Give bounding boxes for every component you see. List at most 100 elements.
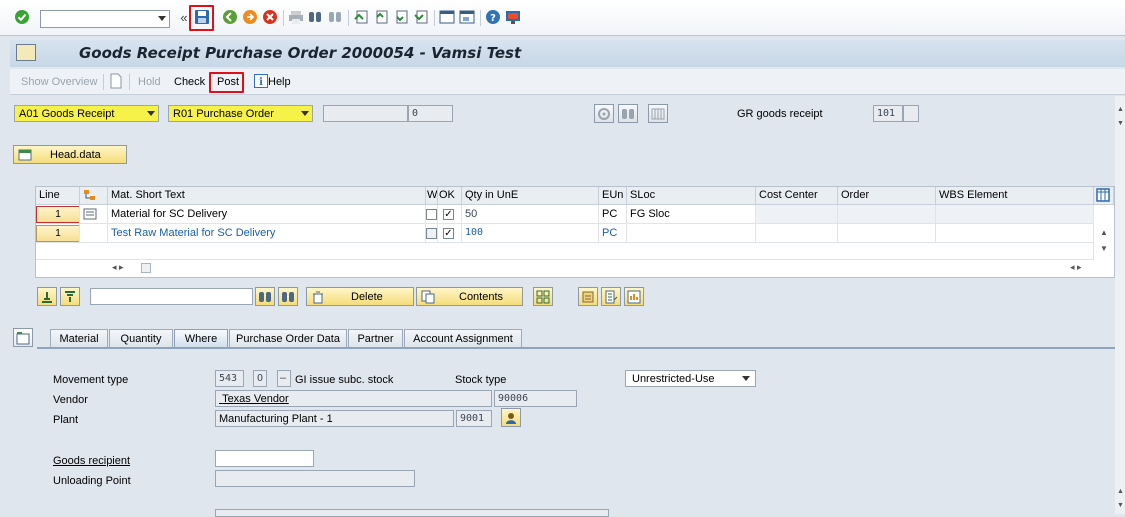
- detail-icon[interactable]: [83, 208, 97, 223]
- last-page-icon[interactable]: [413, 9, 429, 25]
- qty-cell[interactable]: 100: [462, 224, 599, 243]
- table-settings-icon[interactable]: [648, 104, 668, 123]
- vertical-scrollbar[interactable]: ▲ ▼ ▲ ▼: [1115, 96, 1125, 514]
- delete-button[interactable]: Delete: [306, 287, 414, 306]
- column-header-sloc[interactable]: SLoc: [627, 187, 756, 205]
- find-icon[interactable]: [307, 9, 323, 25]
- contents-button[interactable]: Contents: [416, 287, 523, 306]
- head-data-button[interactable]: Head.data: [13, 145, 127, 164]
- tab-partner[interactable]: Partner: [348, 329, 403, 348]
- expand-icon[interactable]: [533, 287, 553, 306]
- column-header-order[interactable]: Order: [838, 187, 936, 205]
- help-icon[interactable]: ?: [485, 9, 501, 25]
- action-select[interactable]: A01 Goods Receipt: [14, 105, 159, 122]
- column-header-line[interactable]: Line: [36, 187, 80, 205]
- chevron-down-icon[interactable]: [742, 376, 750, 381]
- show-overview-button[interactable]: Show Overview: [21, 76, 97, 88]
- ok-cell: ✓: [438, 205, 462, 224]
- w-checkbox[interactable]: [426, 228, 437, 239]
- scroll-up-icon[interactable]: ▲: [1100, 228, 1108, 237]
- hierarchy-icon: [83, 190, 97, 204]
- tab-quantity[interactable]: Quantity: [109, 329, 173, 348]
- column-header-ok[interactable]: OK: [438, 187, 462, 205]
- back-icon[interactable]: [222, 9, 238, 25]
- action-select-value: A01 Goods Receipt: [19, 108, 115, 120]
- help-button[interactable]: Help: [268, 76, 291, 88]
- unloading-point-input[interactable]: [215, 470, 415, 487]
- chevron-down-icon[interactable]: [301, 111, 309, 116]
- first-page-icon[interactable]: [353, 9, 369, 25]
- stock-type-select[interactable]: Unrestricted-Use: [625, 370, 756, 387]
- goods-recipient-input[interactable]: [215, 450, 314, 467]
- tab-purchase-order-data[interactable]: Purchase Order Data: [229, 329, 347, 348]
- line-number-button[interactable]: 1: [36, 225, 79, 242]
- scroll-left-right-icon-right[interactable]: ◂ ▸: [1070, 262, 1082, 273]
- deselect-all-icon[interactable]: [60, 287, 80, 306]
- sloc-cell[interactable]: [627, 224, 756, 243]
- column-header-cost-center[interactable]: Cost Center: [756, 187, 838, 205]
- create-session-icon[interactable]: [439, 9, 455, 25]
- movement-code-input[interactable]: 101: [873, 105, 903, 122]
- vendor-name-field[interactable]: Texas Vendor: [215, 390, 492, 407]
- previous-page-icon[interactable]: [373, 9, 389, 25]
- serial-numbers-icon[interactable]: [601, 287, 621, 306]
- column-header-text[interactable]: Mat. Short Text: [108, 187, 426, 205]
- sloc-cell[interactable]: FG Sloc: [627, 205, 756, 224]
- stock-overview-icon[interactable]: [624, 287, 644, 306]
- plant-address-icon[interactable]: [501, 408, 521, 427]
- next-page-icon[interactable]: [393, 9, 409, 25]
- special-stock-field: O: [253, 370, 267, 387]
- system-toolbar: « ?: [0, 0, 1125, 36]
- exit-icon[interactable]: [242, 9, 258, 25]
- scroll-down-icon[interactable]: ▼: [1100, 244, 1108, 253]
- settings-icon[interactable]: [594, 104, 614, 123]
- shortcut-icon[interactable]: [459, 9, 475, 25]
- row-detail-cell[interactable]: [80, 205, 108, 224]
- enter-icon[interactable]: [14, 9, 30, 25]
- detail-toggle-icon[interactable]: [13, 328, 33, 347]
- batch-icon[interactable]: [578, 287, 598, 306]
- customize-layout-icon[interactable]: [505, 9, 521, 25]
- column-header-w[interactable]: W: [426, 187, 438, 205]
- ok-checkbox[interactable]: ✓: [443, 209, 454, 220]
- info-icon[interactable]: i: [253, 73, 269, 89]
- tab-account-assignment[interactable]: Account Assignment: [404, 329, 522, 348]
- cancel-icon[interactable]: [262, 9, 278, 25]
- scroll-down-icon[interactable]: ▼: [1117, 502, 1124, 509]
- find-next-icon[interactable]: [278, 287, 298, 306]
- find-icon[interactable]: [255, 287, 275, 306]
- column-header-wbs[interactable]: WBS Element: [936, 187, 1094, 205]
- select-all-icon[interactable]: [37, 287, 57, 306]
- column-header-qty[interactable]: Qty in UnE: [462, 187, 599, 205]
- find-icon[interactable]: [618, 104, 638, 123]
- scroll-up-icon[interactable]: ▲: [1117, 106, 1124, 113]
- command-field[interactable]: [40, 10, 170, 28]
- reference-select[interactable]: R01 Purchase Order: [168, 105, 313, 122]
- tab-material[interactable]: Material: [50, 329, 108, 348]
- ref-document-input[interactable]: [323, 105, 408, 122]
- table-settings-icon: [1096, 188, 1110, 204]
- scroll-down-icon[interactable]: ▼: [1117, 120, 1124, 127]
- new-document-icon[interactable]: [108, 73, 124, 89]
- scroll-up-icon[interactable]: ▲: [1117, 488, 1124, 495]
- hold-button[interactable]: Hold: [138, 76, 161, 88]
- find-next-icon[interactable]: [327, 9, 343, 25]
- check-button[interactable]: Check: [174, 76, 205, 88]
- w-checkbox[interactable]: [426, 209, 437, 220]
- toolbar-separator: [283, 10, 284, 26]
- tab-where[interactable]: Where: [174, 329, 228, 348]
- ref-item-input[interactable]: 0: [408, 105, 453, 122]
- line-number-button[interactable]: 1: [36, 206, 79, 223]
- horizontal-scroll-thumb[interactable]: [141, 263, 151, 273]
- chevron-down-icon[interactable]: [158, 16, 166, 21]
- scroll-left-right-icon[interactable]: ◂ ▸: [112, 262, 124, 273]
- material-text-cell: Material for SC Delivery: [108, 205, 426, 224]
- print-icon[interactable]: [288, 9, 304, 25]
- column-settings-button[interactable]: [1094, 187, 1114, 205]
- ok-checkbox[interactable]: ✓: [443, 228, 454, 239]
- item-search-input[interactable]: [90, 288, 253, 305]
- column-header-eun[interactable]: EUn: [599, 187, 627, 205]
- column-header-settings[interactable]: [80, 187, 108, 205]
- qty-cell[interactable]: 50: [462, 205, 599, 224]
- chevron-down-icon[interactable]: [147, 111, 155, 116]
